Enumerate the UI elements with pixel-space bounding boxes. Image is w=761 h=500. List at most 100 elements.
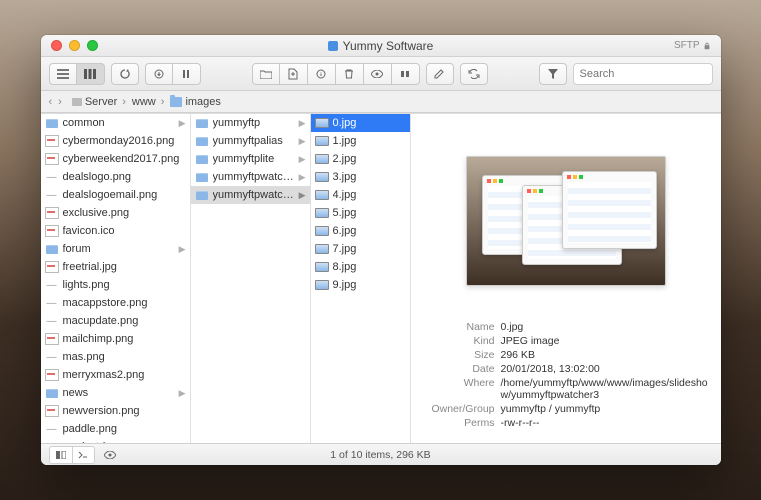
list-item[interactable]: yummyftpwatcher▶ xyxy=(191,168,310,186)
list-item[interactable]: yummyftpwatcher3▶ xyxy=(191,186,310,204)
chevron-right-icon: ▶ xyxy=(299,190,306,201)
chevron-right-icon: ▶ xyxy=(299,118,306,129)
chevron-right-icon: ▶ xyxy=(179,118,186,129)
search-field[interactable] xyxy=(573,63,713,85)
close-icon[interactable] xyxy=(51,40,62,51)
minimize-icon[interactable] xyxy=(69,40,80,51)
item-label: cyberweekend2017.png xyxy=(63,153,186,165)
column-view-button[interactable] xyxy=(77,63,105,85)
list-item[interactable]: paddle.png xyxy=(41,420,190,438)
zoom-icon[interactable] xyxy=(87,40,98,51)
file-icon xyxy=(45,297,59,309)
column-browser: common▶ cybermonday2016.png cyberweekend20… xyxy=(41,113,721,443)
folder-icon xyxy=(45,387,59,399)
item-label: mailchimp.png xyxy=(63,333,186,345)
dual-pane-button[interactable] xyxy=(50,447,72,463)
path-bar: ‹ › Server › www › images xyxy=(41,91,721,113)
reload-button[interactable] xyxy=(111,63,139,85)
crumb-server[interactable]: Server › xyxy=(72,96,128,108)
list-item[interactable]: 5.jpg xyxy=(311,204,410,222)
download-button[interactable] xyxy=(145,63,173,85)
list-item[interactable]: macupdate.png xyxy=(41,312,190,330)
file-icon xyxy=(315,172,329,182)
new-file-button[interactable] xyxy=(280,63,308,85)
item-label: yummyftplite xyxy=(213,153,295,165)
nav-back-button[interactable]: ‹ xyxy=(47,96,55,108)
list-item[interactable]: yummyftpalias ▶ xyxy=(191,132,310,150)
list-item[interactable]: forum▶ xyxy=(41,240,190,258)
item-label: merryxmas2.png xyxy=(63,369,186,381)
list-item[interactable]: lights.png xyxy=(41,276,190,294)
list-item[interactable]: favicon.ico xyxy=(41,222,190,240)
edit-button[interactable] xyxy=(426,63,454,85)
list-item[interactable]: 1.jpg xyxy=(311,132,410,150)
list-item[interactable]: freetrial.jpg xyxy=(41,258,190,276)
item-label: cybermonday2016.png xyxy=(63,135,186,147)
search-input[interactable] xyxy=(580,68,706,80)
list-item[interactable]: merryxmas2.png xyxy=(41,366,190,384)
toolbar xyxy=(41,57,721,91)
meta-key: Size xyxy=(423,349,501,361)
item-label: yummyftpalias xyxy=(213,135,295,147)
list-item[interactable]: dealslogo.png xyxy=(41,168,190,186)
file-icon xyxy=(315,208,329,218)
column-2[interactable]: yummyftp▶yummyftpalias▶yummyftplite▶yumm… xyxy=(191,114,311,443)
protocol-indicator: SFTP xyxy=(674,40,711,51)
info-button[interactable] xyxy=(308,63,336,85)
column-3[interactable]: 0.jpg 1.jpg 2.jpg 3.jpg4.jpg5.jpg 6.jpg 7.jpg… xyxy=(311,114,411,443)
list-item[interactable]: exclusive.png xyxy=(41,204,190,222)
list-item[interactable]: newversion.png xyxy=(41,402,190,420)
list-item[interactable]: 3.jpg xyxy=(311,168,410,186)
list-item[interactable]: mas.png xyxy=(41,348,190,366)
sync-button[interactable] xyxy=(460,63,488,85)
folder-icon xyxy=(195,171,209,183)
list-item[interactable]: mailchimp.png xyxy=(41,330,190,348)
dropdown-button[interactable] xyxy=(392,63,420,85)
list-view-button[interactable] xyxy=(49,63,77,85)
chevron-right-icon: ▶ xyxy=(299,136,306,147)
folder-icon xyxy=(195,117,209,129)
list-item[interactable]: news▶ xyxy=(41,384,190,402)
crumb-www[interactable]: www › xyxy=(132,96,167,108)
list-item[interactable]: 4.jpg xyxy=(311,186,410,204)
file-icon xyxy=(45,333,59,345)
item-label: 6.jpg xyxy=(333,225,406,237)
list-item[interactable]: common▶ xyxy=(41,114,190,132)
folder-icon xyxy=(195,189,209,201)
chevron-right-icon: ▶ xyxy=(179,388,186,399)
crumb-label: www xyxy=(132,96,156,108)
list-item[interactable]: yummyftp▶ xyxy=(191,114,310,132)
list-item[interactable]: dealslogoemail.png xyxy=(41,186,190,204)
new-folder-button[interactable] xyxy=(252,63,280,85)
titlebar: Yummy Software SFTP xyxy=(41,35,721,57)
preview-pane: Name0.jpg KindJPEG image Size296 KB Date… xyxy=(411,114,721,443)
show-hidden-button[interactable] xyxy=(99,447,121,463)
item-label: 2.jpg xyxy=(333,153,406,165)
meta-perms: -rw-r--r-- xyxy=(501,417,709,429)
pause-button[interactable] xyxy=(173,63,201,85)
list-item[interactable]: cybermonday2016.png xyxy=(41,132,190,150)
crumb-images[interactable]: images xyxy=(170,96,220,108)
filter-button[interactable] xyxy=(539,63,567,85)
nav-forward-button[interactable]: › xyxy=(56,96,64,108)
file-icon xyxy=(315,280,329,290)
list-item[interactable]: 2.jpg xyxy=(311,150,410,168)
list-item[interactable]: 8.jpg xyxy=(311,258,410,276)
item-label: 0.jpg xyxy=(333,117,406,129)
quicklook-button[interactable] xyxy=(364,63,392,85)
list-item[interactable]: 7.jpg xyxy=(311,240,410,258)
file-icon xyxy=(45,207,59,219)
list-item[interactable]: 6.jpg xyxy=(311,222,410,240)
list-item[interactable]: yummyftplite▶ xyxy=(191,150,310,168)
list-item[interactable]: cyberweekend2017.png xyxy=(41,150,190,168)
file-icon xyxy=(45,369,59,381)
app-icon xyxy=(328,41,338,51)
file-icon xyxy=(315,154,329,164)
column-1[interactable]: common▶ cybermonday2016.png cyberweekend20… xyxy=(41,114,191,443)
list-item[interactable]: 9.jpg xyxy=(311,276,410,294)
delete-button[interactable] xyxy=(336,63,364,85)
list-item[interactable]: macappstore.png xyxy=(41,294,190,312)
file-icon xyxy=(315,262,329,272)
list-item[interactable]: 0.jpg xyxy=(311,114,410,132)
terminal-button[interactable] xyxy=(72,447,94,463)
